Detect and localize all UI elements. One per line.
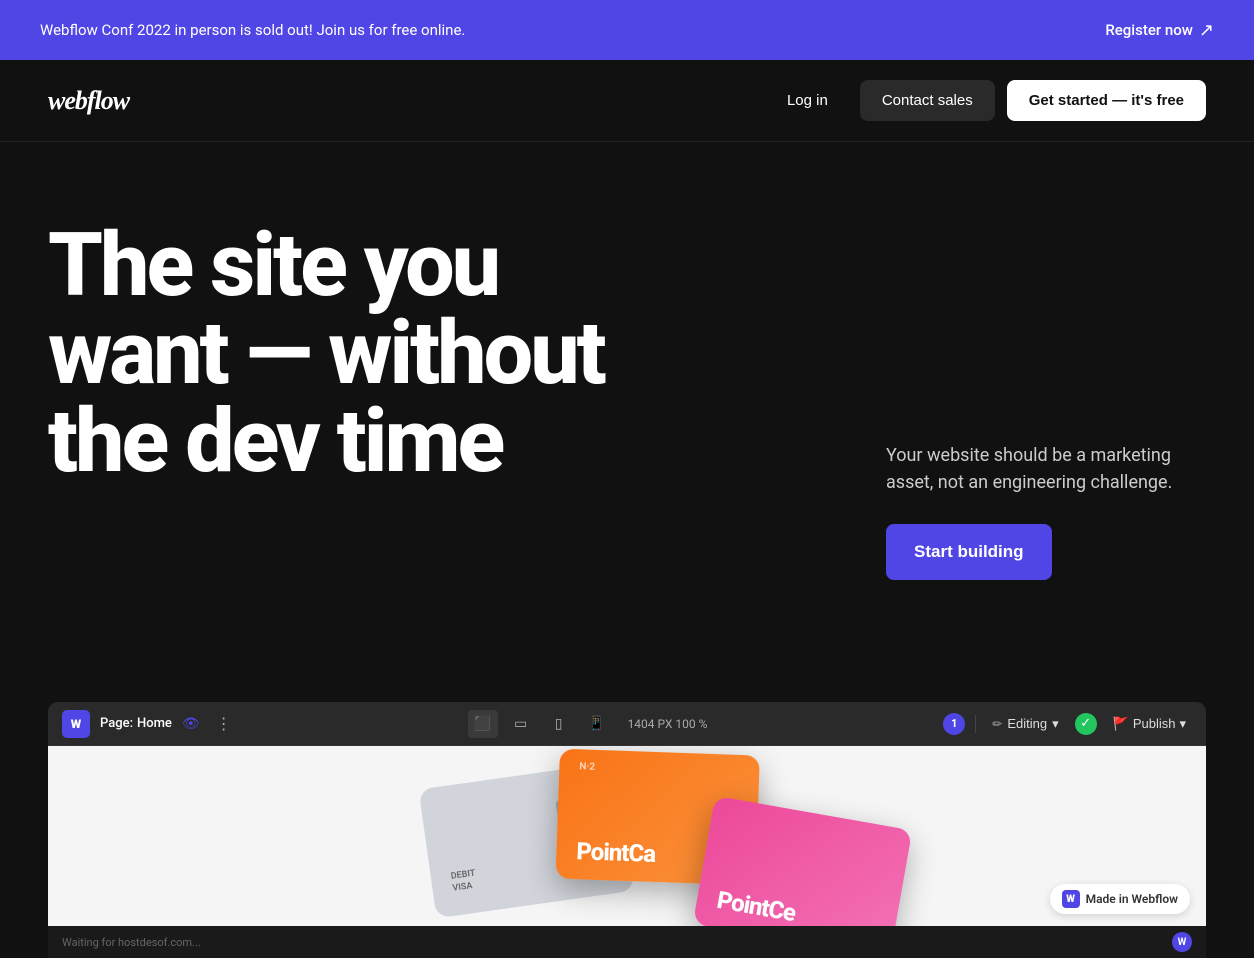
pink-card: PointCe bbox=[693, 796, 913, 926]
status-bar: Waiting for hostdesof.com... W bbox=[48, 926, 1206, 958]
get-started-button[interactable]: Get started — it's free bbox=[1007, 80, 1206, 121]
webflow-logo-icon: W bbox=[62, 710, 90, 738]
banner-text: Webflow Conf 2022 in person is sold out!… bbox=[40, 21, 465, 39]
publish-status-icon: ✓ bbox=[1075, 713, 1097, 735]
page-indicator: Page: Home bbox=[100, 716, 172, 731]
editor-preview: W Page: Home 👁 ⋮ ⬛ ▭ ▯ 📱 1404 PX 100 % 1… bbox=[48, 702, 1206, 958]
editing-label: Editing bbox=[1007, 716, 1047, 731]
webflow-avatar: W bbox=[1172, 932, 1192, 952]
made-in-webflow-icon: W bbox=[1062, 890, 1080, 908]
publish-label: Publish bbox=[1133, 716, 1176, 731]
tablet-portrait-viewport-button[interactable]: ▯ bbox=[544, 710, 574, 738]
pencil-icon: ✏ bbox=[992, 717, 1002, 731]
cards-container: N·2 PointCa PointCe bbox=[48, 746, 1206, 926]
editing-button[interactable]: ✏ Editing ▾ bbox=[986, 712, 1064, 736]
card-orange-n2: N·2 bbox=[579, 761, 595, 773]
editor-toolbar: W Page: Home 👁 ⋮ ⬛ ▭ ▯ 📱 1404 PX 100 % 1… bbox=[48, 702, 1206, 746]
tablet-landscape-viewport-button[interactable]: ▭ bbox=[506, 710, 536, 738]
card-pink-brand: PointCe bbox=[715, 886, 798, 926]
page-name: Home bbox=[137, 716, 172, 731]
viewport-controls: ⬛ ▭ ▯ 📱 1404 PX 100 % bbox=[242, 710, 934, 738]
user-badge: 1 bbox=[943, 713, 965, 735]
publish-button[interactable]: 🚩 Publish ▾ bbox=[1107, 712, 1192, 736]
status-text: Waiting for hostdesof.com... bbox=[62, 936, 201, 949]
publish-chevron-icon: ▾ bbox=[1179, 716, 1186, 732]
made-in-webflow-label: Made in Webflow bbox=[1086, 892, 1178, 906]
announcement-banner: Webflow Conf 2022 in person is sold out!… bbox=[0, 0, 1254, 60]
contact-sales-button[interactable]: Contact sales bbox=[860, 80, 995, 121]
editing-chevron-icon: ▾ bbox=[1052, 716, 1059, 732]
mobile-viewport-button[interactable]: 📱 bbox=[582, 710, 612, 738]
publish-icon: 🚩 bbox=[1113, 716, 1129, 732]
nav-actions: Log in Contact sales Get started — it's … bbox=[767, 80, 1206, 121]
made-in-webflow-badge: W Made in Webflow bbox=[1050, 884, 1190, 914]
desktop-viewport-button[interactable]: ⬛ bbox=[468, 710, 498, 738]
hero-content: The site you want — without the dev time… bbox=[48, 222, 1206, 580]
register-link[interactable]: Register now ↗ bbox=[1105, 20, 1214, 41]
page-text: Page: bbox=[100, 716, 133, 731]
right-toolbar: 1 ✏ Editing ▾ ✓ 🚩 Publish ▾ bbox=[943, 712, 1192, 736]
headline-line1: The site you bbox=[48, 222, 604, 310]
register-label: Register now bbox=[1105, 21, 1193, 39]
card-orange-brand: PointCa bbox=[576, 837, 656, 868]
headline-line3: the dev time bbox=[48, 398, 604, 486]
hero-headline: The site you want — without the dev time bbox=[48, 222, 604, 486]
logo: webflow bbox=[48, 86, 129, 116]
divider bbox=[975, 715, 976, 733]
navbar: webflow Log in Contact sales Get started… bbox=[0, 60, 1254, 142]
resolution-text: 1404 PX 100 % bbox=[628, 717, 708, 731]
hero-subtext: Your website should be a marketing asset… bbox=[886, 442, 1206, 496]
canvas-area: N·2 PointCa PointCe W Made in Webflow bbox=[48, 746, 1206, 926]
start-building-button[interactable]: Start building bbox=[886, 524, 1052, 580]
hero-right: Your website should be a marketing asset… bbox=[886, 222, 1206, 580]
login-button[interactable]: Log in bbox=[767, 82, 848, 119]
headline-line2: want — without bbox=[48, 310, 604, 398]
hero-section: The site you want — without the dev time… bbox=[0, 142, 1254, 702]
register-arrow: ↗ bbox=[1199, 20, 1214, 41]
kebab-menu-icon[interactable]: ⋮ bbox=[216, 714, 232, 733]
eye-icon[interactable]: 👁 bbox=[182, 716, 200, 732]
